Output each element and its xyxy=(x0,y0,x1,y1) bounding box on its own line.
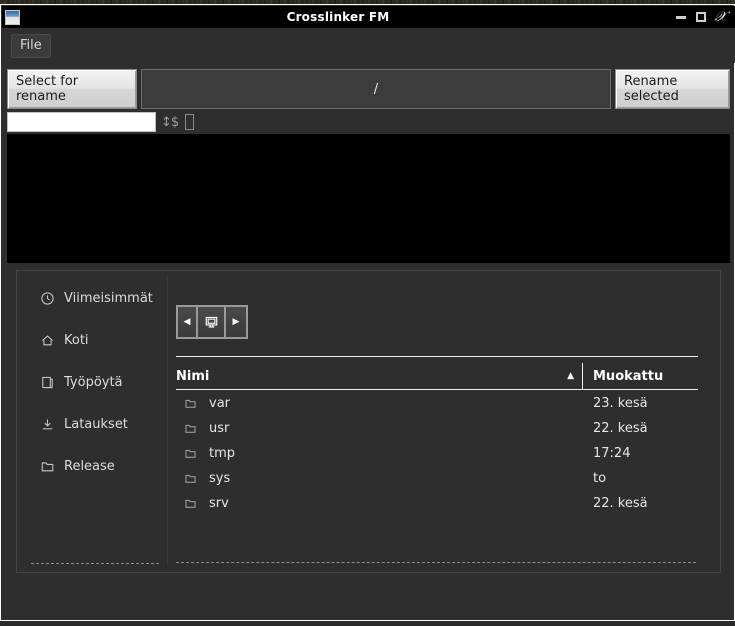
sidebar-item-label: Release xyxy=(64,458,115,474)
file-name: sys xyxy=(209,471,231,486)
column-header-name[interactable]: Nimi ▲ xyxy=(176,363,583,389)
file-chooser-inner: Viimeisimmät Koti Työpöytä Lataukset Rel… xyxy=(23,277,714,566)
sidebar-item-label: Työpöytä xyxy=(64,374,123,390)
clock-icon xyxy=(39,290,55,306)
select-for-rename-button[interactable]: Select for rename xyxy=(7,69,137,109)
file-chooser-panel: Viimeisimmät Koti Työpöytä Lataukset Rel… xyxy=(16,270,721,573)
computer-icon[interactable] xyxy=(198,305,226,339)
file-name: srv xyxy=(209,496,229,511)
sidebar-focus-outline xyxy=(31,563,159,564)
window-title: Crosslinker FM xyxy=(286,10,390,24)
menu-file[interactable]: File xyxy=(11,33,51,58)
file-list-pane: ◀ ▶ Nimi ▲ Muokattu var 23. kesä usr 22.… xyxy=(168,277,714,566)
caret-right-icon[interactable]: ▶ xyxy=(226,305,248,339)
rename-input[interactable] xyxy=(7,112,156,132)
path-navigation-bar: ◀ ▶ xyxy=(176,305,248,339)
table-row[interactable]: var 23. kesä xyxy=(176,391,698,416)
folder-icon xyxy=(39,458,55,474)
sidebar-item-home[interactable]: Koti xyxy=(23,319,167,361)
folder-icon xyxy=(184,472,198,485)
file-modified: 22. kesä xyxy=(593,496,648,511)
rename-row: ↕$ xyxy=(7,110,730,134)
path-display[interactable]: / xyxy=(141,69,611,109)
application-window: Crosslinker FM 𝒳 File Select for rename … xyxy=(0,4,735,621)
caret-left-icon[interactable]: ◀ xyxy=(176,305,198,339)
sort-ascending-icon: ▲ xyxy=(567,371,574,381)
table-row[interactable]: tmp 17:24 xyxy=(176,441,698,466)
file-modified: 23. kesä xyxy=(593,396,648,411)
screen: Crosslinker FM 𝒳 File Select for rename … xyxy=(0,0,735,626)
folder-icon xyxy=(184,397,198,410)
download-icon xyxy=(39,416,55,432)
file-list-header: Nimi ▲ Muokattu xyxy=(176,363,698,389)
folder-icon xyxy=(184,497,198,510)
desktop-icon xyxy=(39,374,55,390)
sidebar-item-recent[interactable]: Viimeisimmät xyxy=(23,277,167,319)
file-modified: to xyxy=(593,471,607,486)
empty-checkbox-icon[interactable] xyxy=(185,114,195,130)
menubar: File xyxy=(2,28,735,63)
folder-icon xyxy=(184,422,198,435)
file-list-focus-outline xyxy=(176,562,696,563)
home-icon xyxy=(39,332,55,348)
sidebar-item-label: Koti xyxy=(64,332,89,348)
file-modified: 17:24 xyxy=(593,446,631,461)
table-row[interactable]: srv 22. kesä xyxy=(176,491,698,516)
sidebar-item-release[interactable]: Release xyxy=(23,445,167,487)
window-controls: 𝒳 xyxy=(674,10,727,24)
rename-selected-button[interactable]: Rename selected xyxy=(615,69,730,109)
table-row[interactable]: usr 22. kesä xyxy=(176,416,698,441)
table-row[interactable]: sys to xyxy=(176,466,698,491)
file-list-rows: var 23. kesä usr 22. kesä tmp 17:24 sys … xyxy=(176,391,698,516)
toolbar: Select for rename / Rename selected xyxy=(7,69,730,109)
folder-icon xyxy=(184,447,198,460)
titlebar: Crosslinker FM 𝒳 xyxy=(2,6,735,28)
sidebar-item-label: Viimeisimmät xyxy=(64,290,153,306)
maximize-icon[interactable] xyxy=(694,11,707,24)
sidebar-item-downloads[interactable]: Lataukset xyxy=(23,403,167,445)
file-name: tmp xyxy=(209,446,236,461)
sidebar-item-label: Lataukset xyxy=(64,416,128,432)
sidebar-item-desktop[interactable]: Työpöytä xyxy=(23,361,167,403)
file-name: usr xyxy=(209,421,230,436)
places-sidebar: Viimeisimmät Koti Työpöytä Lataukset Rel… xyxy=(23,277,168,566)
file-name: var xyxy=(209,396,231,411)
column-header-modified[interactable]: Muokattu xyxy=(583,369,698,384)
navbar-separator xyxy=(176,356,698,357)
preview-panel[interactable] xyxy=(7,134,730,263)
minimize-icon[interactable] xyxy=(674,11,687,24)
column-header-name-label: Nimi xyxy=(176,368,210,384)
close-icon[interactable]: 𝒳 xyxy=(714,10,727,24)
header-separator xyxy=(176,389,698,390)
file-modified: 22. kesä xyxy=(593,421,648,436)
spin-adjust-icon[interactable]: ↕$ xyxy=(161,116,179,129)
